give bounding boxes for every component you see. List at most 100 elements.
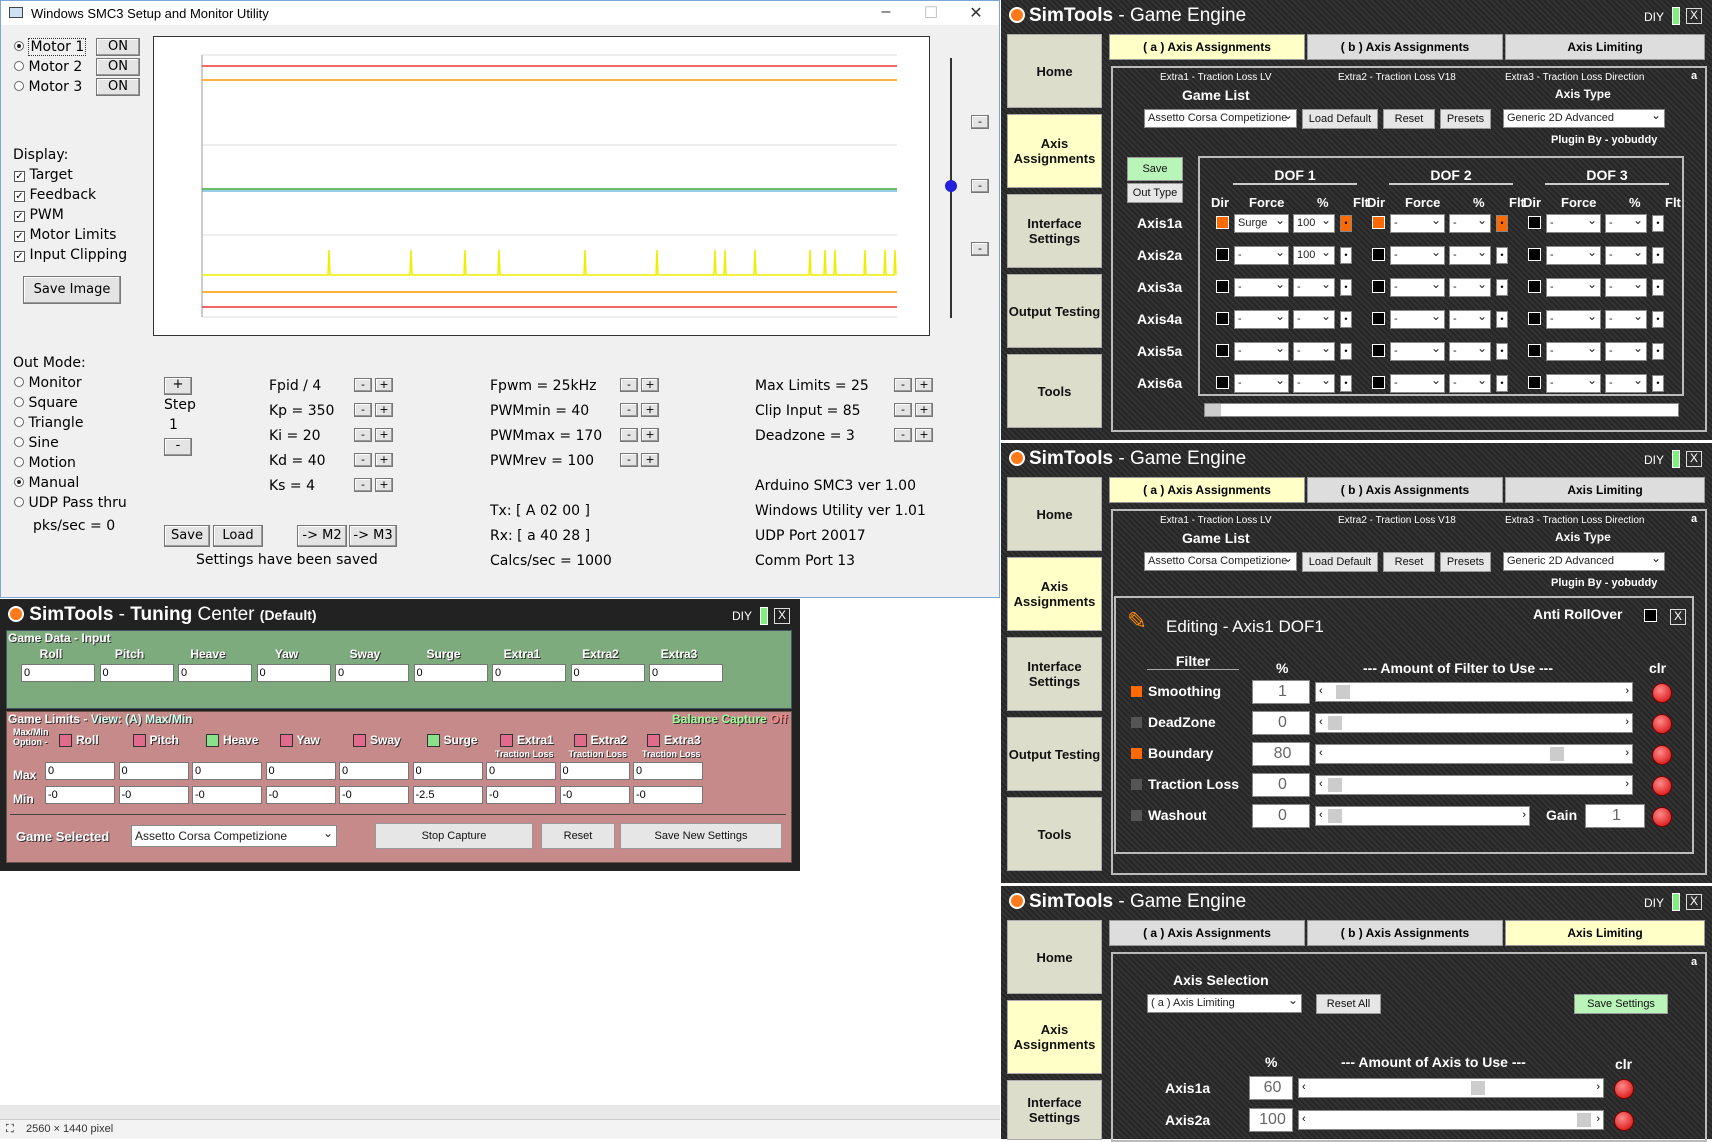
filter-value-field[interactable]: 0 — [1252, 773, 1310, 797]
pwmmin-minus-button[interactable]: - — [620, 403, 638, 417]
force-dropdown[interactable]: - — [1234, 246, 1289, 265]
sidebar-item[interactable]: Axis Assignments — [1007, 114, 1102, 188]
filter-value-field[interactable]: 80 — [1252, 742, 1310, 766]
filter-button[interactable]: • — [1340, 279, 1352, 296]
close-button[interactable]: X — [774, 608, 790, 624]
stop-capture-button[interactable]: Stop Capture — [375, 823, 533, 849]
percent-dropdown[interactable]: - — [1605, 246, 1647, 265]
input-value-field[interactable]: 0 — [99, 664, 174, 682]
filter-slider[interactable]: ‹ › — [1315, 775, 1633, 795]
radio[interactable] — [14, 397, 24, 407]
min-value-field[interactable]: -0 — [45, 786, 115, 804]
display-option[interactable]: ✓ Motor Limits — [14, 227, 154, 243]
filter-button[interactable]: • — [1340, 215, 1352, 232]
radio[interactable] — [14, 497, 24, 507]
slider-thumb[interactable] — [1577, 1113, 1591, 1127]
scrollbar-thumb[interactable] — [1205, 404, 1221, 416]
percent-dropdown[interactable]: - — [1449, 342, 1491, 361]
motor2-on-button[interactable]: ON — [96, 58, 140, 76]
pwmmin-plus-button[interactable]: + — [641, 403, 659, 417]
percent-dropdown[interactable]: - — [1605, 310, 1647, 329]
kd-plus-button[interactable]: + — [375, 453, 393, 467]
slider-left-arrow-icon[interactable]: ‹ — [1319, 685, 1323, 697]
ks-plus-button[interactable]: + — [375, 478, 393, 492]
axis-value-field[interactable]: 60 — [1249, 1076, 1293, 1100]
scrollbar[interactable] — [0, 1105, 1000, 1119]
filter-button[interactable]: • — [1496, 215, 1508, 232]
force-dropdown[interactable]: - — [1390, 310, 1445, 329]
step-plus-button[interactable]: + — [164, 377, 192, 395]
filter-value-field[interactable]: 0 — [1252, 804, 1310, 828]
game-list-dropdown[interactable]: Assetto Corsa Competizione — [1144, 109, 1297, 128]
filter-button[interactable]: • — [1340, 343, 1352, 360]
input-value-field[interactable]: 0 — [178, 664, 252, 682]
sidebar-item[interactable]: Interface Settings — [1007, 1080, 1102, 1140]
presets-button[interactable]: Presets — [1440, 552, 1491, 572]
out-type-button[interactable]: Out Type — [1127, 183, 1183, 203]
clear-button[interactable] — [1652, 807, 1672, 827]
maxlim-minus-button[interactable]: - — [894, 378, 912, 392]
force-dropdown[interactable]: - — [1390, 246, 1445, 265]
option-checkbox[interactable] — [279, 734, 293, 747]
kd-minus-button[interactable]: - — [354, 453, 372, 467]
load-default-button[interactable]: Load Default — [1302, 552, 1378, 572]
reset-all-button[interactable]: Reset All — [1316, 994, 1381, 1014]
max-value-field[interactable]: 0 — [339, 762, 409, 780]
slider-right-arrow-icon[interactable]: › — [1596, 1113, 1600, 1125]
reset-button[interactable]: Reset — [541, 823, 615, 849]
axis-selection-dropdown[interactable]: ( a ) Axis Limiting — [1147, 994, 1302, 1013]
position-slider-thumb[interactable] — [945, 180, 957, 192]
min-value-field[interactable]: -0 — [192, 786, 262, 804]
percent-dropdown[interactable]: - — [1449, 310, 1491, 329]
slider-right-arrow-icon[interactable]: › — [1625, 747, 1629, 759]
deadzone-plus-button[interactable]: + — [915, 428, 933, 442]
tab[interactable]: ( b ) Axis Assignments — [1307, 920, 1503, 946]
force-dropdown[interactable]: - — [1390, 374, 1445, 393]
radio[interactable] — [14, 417, 24, 427]
slider-right-arrow-icon[interactable]: › — [1625, 778, 1629, 790]
option-checkbox[interactable] — [426, 734, 440, 747]
sidebar-item[interactable]: Output Testing — [1007, 717, 1102, 791]
force-dropdown[interactable]: - — [1234, 310, 1289, 329]
motor-radio[interactable] — [14, 41, 24, 51]
axis-slider[interactable]: ‹ › — [1298, 1110, 1604, 1130]
pwmmax-plus-button[interactable]: + — [641, 428, 659, 442]
tab[interactable]: ( b ) Axis Assignments — [1307, 477, 1503, 503]
filter-button[interactable]: • — [1496, 343, 1508, 360]
radio[interactable] — [14, 457, 24, 467]
out-mode-option[interactable]: Square — [14, 395, 144, 411]
force-dropdown[interactable]: Surge — [1234, 214, 1289, 233]
fpwm-minus-button[interactable]: - — [620, 378, 638, 392]
percent-dropdown[interactable]: - — [1605, 342, 1647, 361]
display-option[interactable]: ✓ Feedback — [14, 187, 154, 203]
maximize-button[interactable]: ☐ — [916, 3, 946, 23]
kp-minus-button[interactable]: - — [354, 403, 372, 417]
sidebar-item[interactable]: Tools — [1007, 354, 1102, 428]
check-icon[interactable]: ✓ — [14, 171, 25, 182]
pwmrev-minus-button[interactable]: - — [620, 453, 638, 467]
direction-checkbox[interactable] — [1216, 376, 1229, 389]
tab[interactable]: ( a ) Axis Assignments — [1109, 34, 1305, 60]
direction-checkbox[interactable] — [1528, 280, 1541, 293]
force-dropdown[interactable]: - — [1390, 342, 1445, 361]
radio[interactable] — [14, 437, 24, 447]
input-value-field[interactable]: 0 — [570, 664, 645, 682]
max-value-field[interactable]: 0 — [45, 762, 115, 780]
filter-button[interactable]: • — [1340, 311, 1352, 328]
fpwm-plus-button[interactable]: + — [641, 378, 659, 392]
direction-checkbox[interactable] — [1528, 248, 1541, 261]
filter-button[interactable]: • — [1496, 247, 1508, 264]
clear-button[interactable] — [1614, 1111, 1634, 1131]
load-default-button[interactable]: Load Default — [1302, 109, 1378, 129]
ki-plus-button[interactable]: + — [375, 428, 393, 442]
out-mode-option[interactable]: Triangle — [14, 415, 144, 431]
sidebar-item[interactable]: Tools — [1007, 797, 1102, 871]
slider-thumb[interactable] — [1328, 716, 1342, 730]
save-new-settings-button[interactable]: Save New Settings — [620, 823, 782, 849]
filter-button[interactable]: • — [1652, 247, 1664, 264]
tab[interactable]: ( b ) Axis Assignments — [1307, 34, 1503, 60]
horizontal-scrollbar[interactable] — [1204, 403, 1679, 417]
check-icon[interactable]: ✓ — [14, 211, 25, 222]
direction-checkbox[interactable] — [1372, 344, 1385, 357]
direction-checkbox[interactable] — [1216, 248, 1229, 261]
